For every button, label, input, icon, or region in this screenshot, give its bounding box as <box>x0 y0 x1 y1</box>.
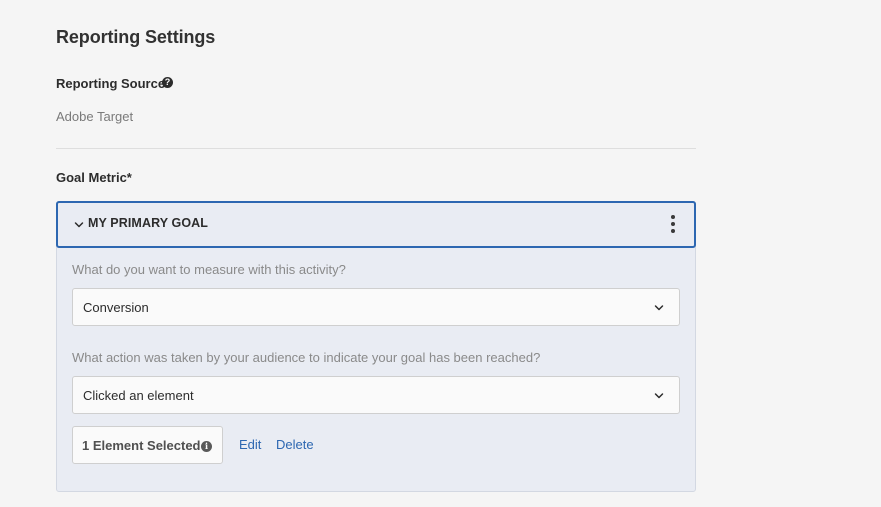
measure-question-label: What do you want to measure with this ac… <box>72 262 346 277</box>
question-circle-icon[interactable]: ? <box>162 77 173 88</box>
measure-dropdown-value: Conversion <box>83 300 149 315</box>
chevron-down-icon <box>654 305 664 311</box>
element-selected-box: 1 Element Selected i <box>72 426 223 464</box>
page-title: Reporting Settings <box>56 27 216 47</box>
goal-panel-header[interactable]: MY PRIMARY GOAL <box>56 201 696 248</box>
reporting-source-value: Adobe Target <box>56 109 134 124</box>
action-dropdown[interactable]: Clicked an element <box>72 376 680 414</box>
edit-link[interactable]: Edit <box>239 437 261 452</box>
more-vertical-icon[interactable] <box>671 215 675 233</box>
info-icon[interactable]: i <box>201 441 212 452</box>
delete-link[interactable]: Delete <box>276 437 314 452</box>
element-selected-text: 1 Element Selected <box>82 438 201 453</box>
chevron-down-icon <box>654 393 664 399</box>
reporting-source-label: Reporting Source <box>56 76 166 91</box>
action-question-label: What action was taken by your audience t… <box>72 350 541 365</box>
reporting-settings-page: Reporting Settings Reporting Source ? Ad… <box>0 0 881 507</box>
section-divider <box>56 148 696 149</box>
goal-panel-title: MY PRIMARY GOAL <box>88 216 209 230</box>
chevron-down-icon[interactable] <box>74 220 84 230</box>
measure-dropdown[interactable]: Conversion <box>72 288 680 326</box>
goal-metric-label: Goal Metric* <box>56 170 132 185</box>
action-dropdown-value: Clicked an element <box>83 388 194 403</box>
